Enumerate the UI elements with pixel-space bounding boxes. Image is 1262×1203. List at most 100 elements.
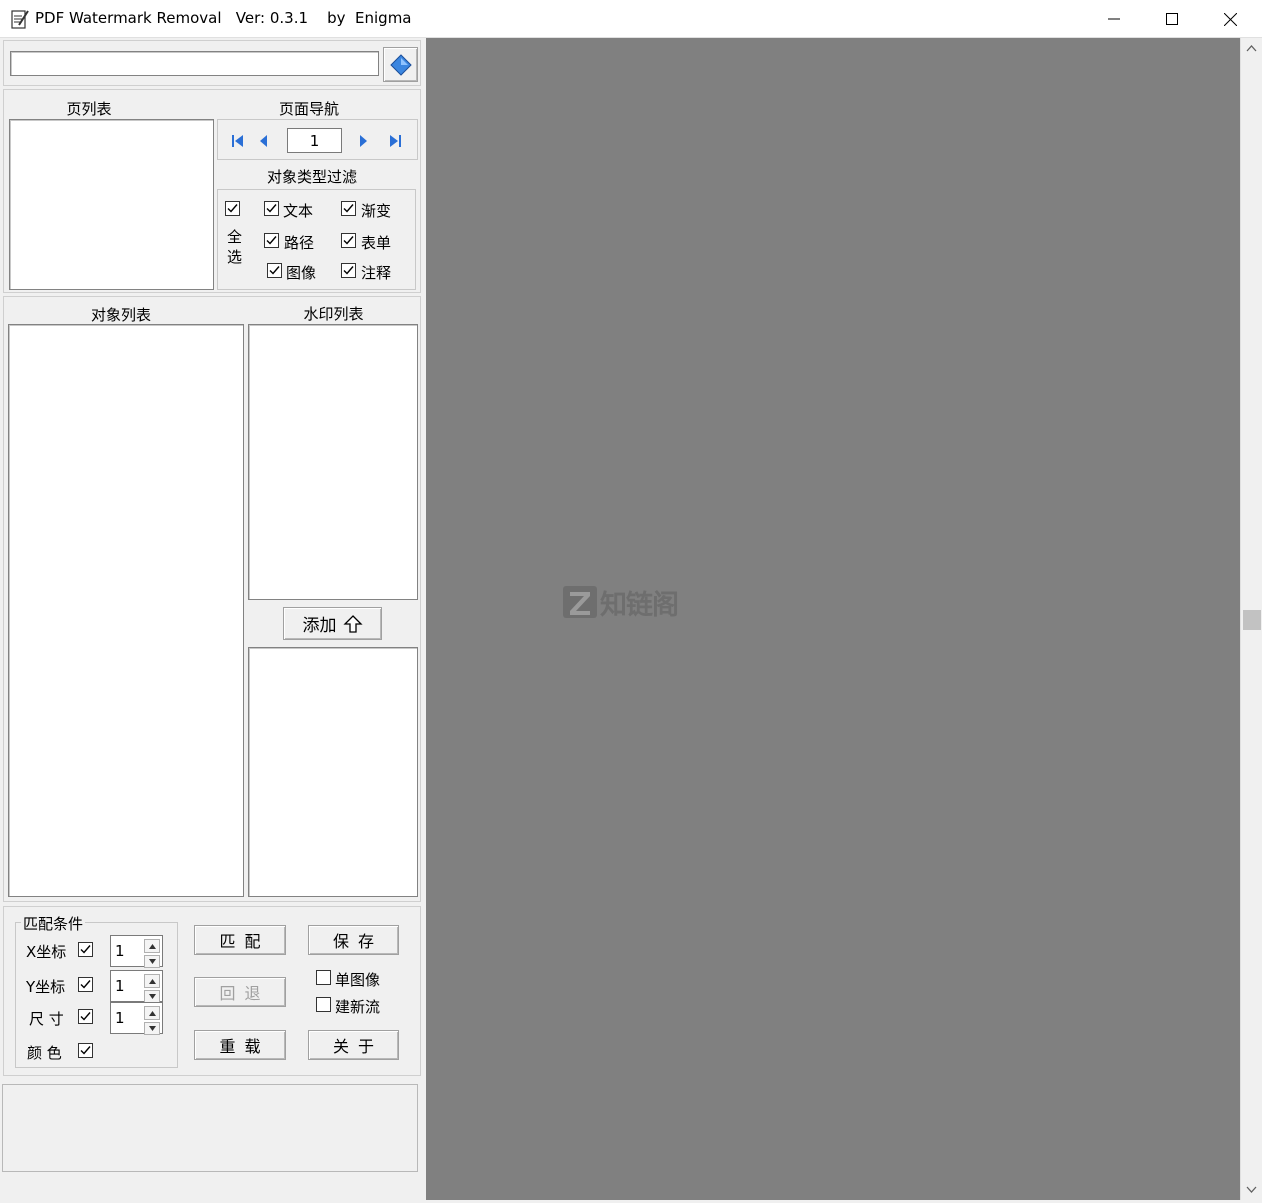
- open-file-button[interactable]: [383, 47, 418, 82]
- object-list-title: 对象列表: [90, 306, 151, 324]
- select-all-label-1: 全: [227, 228, 243, 246]
- filter-annotation-label: 注释: [361, 264, 392, 282]
- caret-up-icon: [148, 943, 156, 949]
- filter-annotation-checkbox[interactable]: [341, 263, 356, 278]
- close-button[interactable]: [1201, 0, 1259, 38]
- first-page-icon: [232, 135, 243, 147]
- size-checkbox[interactable]: [78, 1009, 93, 1024]
- size-label: 尺 寸: [29, 1010, 64, 1028]
- check-icon: [80, 945, 91, 954]
- filter-text-checkbox[interactable]: [264, 201, 279, 216]
- check-icon: [343, 266, 354, 275]
- next-page-button[interactable]: [356, 133, 372, 149]
- select-all-checkbox[interactable]: [225, 201, 240, 216]
- chevron-up-icon: [1246, 45, 1257, 52]
- filter-text-label: 文本: [283, 202, 314, 220]
- prev-page-icon: [260, 135, 267, 147]
- watermark-text: 知链阁: [600, 589, 679, 621]
- filter-image-label: 图像: [286, 264, 317, 282]
- window-title: PDF Watermark Removal Ver: 0.3.1 by Enig…: [35, 9, 412, 27]
- y-coord-checkbox[interactable]: [78, 977, 93, 992]
- viewer-scrollbar[interactable]: [1240, 38, 1262, 1200]
- check-icon: [80, 980, 91, 989]
- x-coord-up[interactable]: [144, 939, 160, 953]
- page-list-title: 页列表: [66, 100, 112, 118]
- single-image-checkbox[interactable]: [316, 970, 331, 985]
- z-logo-icon: [563, 586, 597, 618]
- arrow-up-icon: [342, 614, 363, 633]
- page-list[interactable]: [9, 119, 214, 290]
- add-watermark-button[interactable]: 添加: [283, 607, 382, 640]
- close-icon: [1223, 12, 1237, 26]
- match-conditions-title: 匹配条件: [21, 913, 86, 934]
- minimize-icon: [1108, 18, 1120, 20]
- open-file-icon: [389, 53, 412, 76]
- check-icon: [227, 204, 238, 213]
- watermark-list-title: 水印列表: [303, 305, 364, 323]
- maximize-button[interactable]: [1143, 0, 1201, 38]
- x-coord-checkbox[interactable]: [78, 942, 93, 957]
- check-icon: [266, 204, 277, 213]
- filter-path-checkbox[interactable]: [264, 233, 279, 248]
- size-stepper[interactable]: 1: [110, 1002, 163, 1035]
- size-down[interactable]: [144, 1022, 160, 1035]
- size-up[interactable]: [144, 1006, 160, 1020]
- chevron-down-icon: [1246, 1186, 1257, 1193]
- x-coord-stepper[interactable]: 1: [110, 935, 163, 968]
- selected-watermark-list[interactable]: [248, 647, 418, 897]
- filter-gradient-checkbox[interactable]: [341, 201, 356, 216]
- filter-path-label: 路径: [284, 234, 315, 252]
- caret-up-icon: [148, 1010, 156, 1016]
- x-coord-label: X坐标: [26, 943, 67, 961]
- caret-up-icon: [148, 978, 156, 984]
- maximize-icon: [1166, 13, 1178, 25]
- check-icon: [269, 266, 280, 275]
- check-icon: [266, 236, 277, 245]
- color-label: 颜 色: [27, 1044, 62, 1062]
- check-icon: [343, 236, 354, 245]
- filter-form-label: 表单: [361, 234, 392, 252]
- color-checkbox[interactable]: [78, 1043, 93, 1058]
- y-coord-stepper[interactable]: 1: [110, 970, 163, 1003]
- filter-image-checkbox[interactable]: [267, 263, 282, 278]
- app-icon: [10, 8, 30, 30]
- y-coord-up[interactable]: [144, 974, 160, 988]
- y-coord-value: 1: [115, 977, 125, 995]
- check-icon: [80, 1012, 91, 1021]
- new-stream-checkbox[interactable]: [316, 997, 331, 1012]
- x-coord-value: 1: [115, 942, 125, 960]
- watermark-list[interactable]: [248, 324, 418, 600]
- select-all-label-2: 选: [227, 248, 243, 266]
- new-stream-label: 建新流: [335, 998, 381, 1016]
- pdf-path-input[interactable]: [10, 51, 379, 76]
- single-image-label: 单图像: [335, 971, 381, 989]
- about-button[interactable]: 关于: [308, 1030, 399, 1060]
- x-coord-down[interactable]: [144, 955, 160, 968]
- next-page-icon: [360, 135, 367, 147]
- caret-down-icon: [148, 994, 156, 999]
- last-page-button[interactable]: [387, 133, 403, 149]
- save-button[interactable]: 保存: [308, 925, 399, 955]
- y-coord-label: Y坐标: [26, 978, 66, 996]
- last-page-icon: [390, 135, 401, 147]
- undo-button[interactable]: 回退: [194, 977, 286, 1007]
- caret-down-icon: [148, 959, 156, 964]
- minimize-button[interactable]: [1085, 0, 1143, 38]
- scrollbar-thumb[interactable]: [1243, 610, 1261, 630]
- log-area: [2, 1084, 418, 1172]
- prev-page-button[interactable]: [256, 133, 272, 149]
- filter-form-checkbox[interactable]: [341, 233, 356, 248]
- title-bar: PDF Watermark Removal Ver: 0.3.1 by Enig…: [0, 0, 1262, 38]
- filter-gradient-label: 渐变: [361, 202, 392, 220]
- pdf-viewer[interactable]: 知链阁: [426, 38, 1240, 1200]
- check-icon: [80, 1046, 91, 1055]
- type-filter-title: 对象类型过滤: [266, 168, 357, 186]
- page-nav-title: 页面导航: [278, 100, 339, 118]
- first-page-button[interactable]: [230, 133, 246, 149]
- page-number-input[interactable]: [287, 128, 342, 153]
- object-list[interactable]: [8, 324, 244, 897]
- match-button[interactable]: 匹配: [194, 925, 286, 955]
- check-icon: [343, 204, 354, 213]
- watermark-logo: 知链阁: [562, 584, 702, 621]
- reload-button[interactable]: 重载: [194, 1030, 286, 1060]
